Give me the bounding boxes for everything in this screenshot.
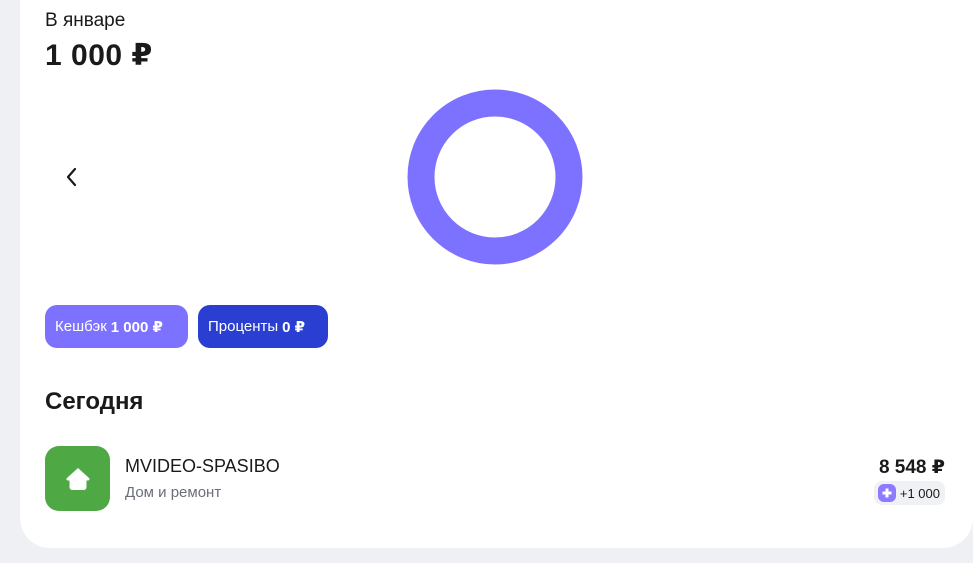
house-icon <box>65 467 90 490</box>
chevron-left-icon <box>66 167 77 187</box>
cashback-chip-label: Кешбэк <box>55 318 107 335</box>
donut-slice-cashback <box>407 89 583 265</box>
interest-chip-value: 0 ₽ <box>282 318 306 336</box>
merchant-avatar <box>45 446 110 511</box>
transaction-amount: 8 548 ₽ <box>878 457 945 478</box>
prev-month-button[interactable] <box>54 158 90 196</box>
section-title-today: Сегодня <box>45 388 144 415</box>
cashback-filter-chip[interactable]: Кешбэк 1 000 ₽ <box>45 305 188 348</box>
month-total: 1 000 ₽ <box>45 39 153 72</box>
interest-filter-chip[interactable]: Проценты 0 ₽ <box>198 305 328 348</box>
transaction-bonus-badge: +1 000 <box>873 481 945 505</box>
transaction-row[interactable]: MVIDEO-SPASIBO Дом и ремонт 8 548 ₽ +1 0… <box>45 446 945 512</box>
interest-chip-label: Проценты <box>208 318 279 335</box>
transaction-merchant: MVIDEO-SPASIBO <box>125 456 280 476</box>
month-label: В январе <box>45 10 126 31</box>
cashback-donut-chart <box>407 89 583 265</box>
transaction-category: Дом и ремонт <box>125 484 222 501</box>
spasibo-bonus-icon <box>877 484 896 502</box>
transaction-bonus-value: +1 000 <box>899 485 940 501</box>
cashback-chip-value: 1 000 ₽ <box>110 318 163 336</box>
